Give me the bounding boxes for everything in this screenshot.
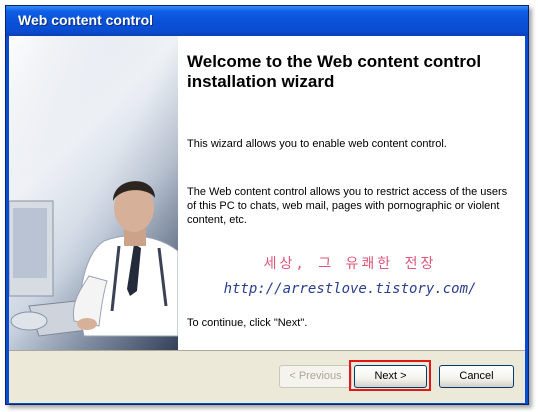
cancel-button[interactable]: Cancel [439, 365, 514, 388]
wizard-description-text: The Web content control allows you to re… [187, 186, 508, 226]
watermark-korean-text: 세상, 그 유쾌한 전장 [263, 256, 437, 272]
wizard-side-image [9, 36, 178, 350]
wizard-main-panel: Welcome to the Web content control insta… [187, 36, 515, 350]
previous-button[interactable]: < Previous [279, 365, 352, 388]
window-title: Web content control [18, 12, 154, 28]
wizard-window: Web content control Welcome to the Web c… [5, 5, 529, 405]
window-border-right [525, 36, 528, 404]
wizard-heading: Welcome to the Web content control insta… [187, 52, 482, 91]
watermark-url-text: http://arrestlove.tistory.com/ [223, 281, 477, 297]
businessman-at-computer-illustration [9, 36, 178, 350]
next-button[interactable]: Next > [354, 365, 427, 388]
wizard-button-bar: < Previous Next > Cancel [9, 351, 525, 403]
wizard-intro-text: This wizard allows you to enable web con… [187, 138, 447, 150]
title-bar[interactable]: Web content control [6, 6, 528, 36]
wizard-content: Welcome to the Web content control insta… [9, 36, 525, 351]
blog-watermark: 세상, 그 유쾌한 전장 http://arrestlove.tistory.c… [190, 253, 510, 297]
wizard-continue-hint: To continue, click "Next". [187, 317, 308, 329]
